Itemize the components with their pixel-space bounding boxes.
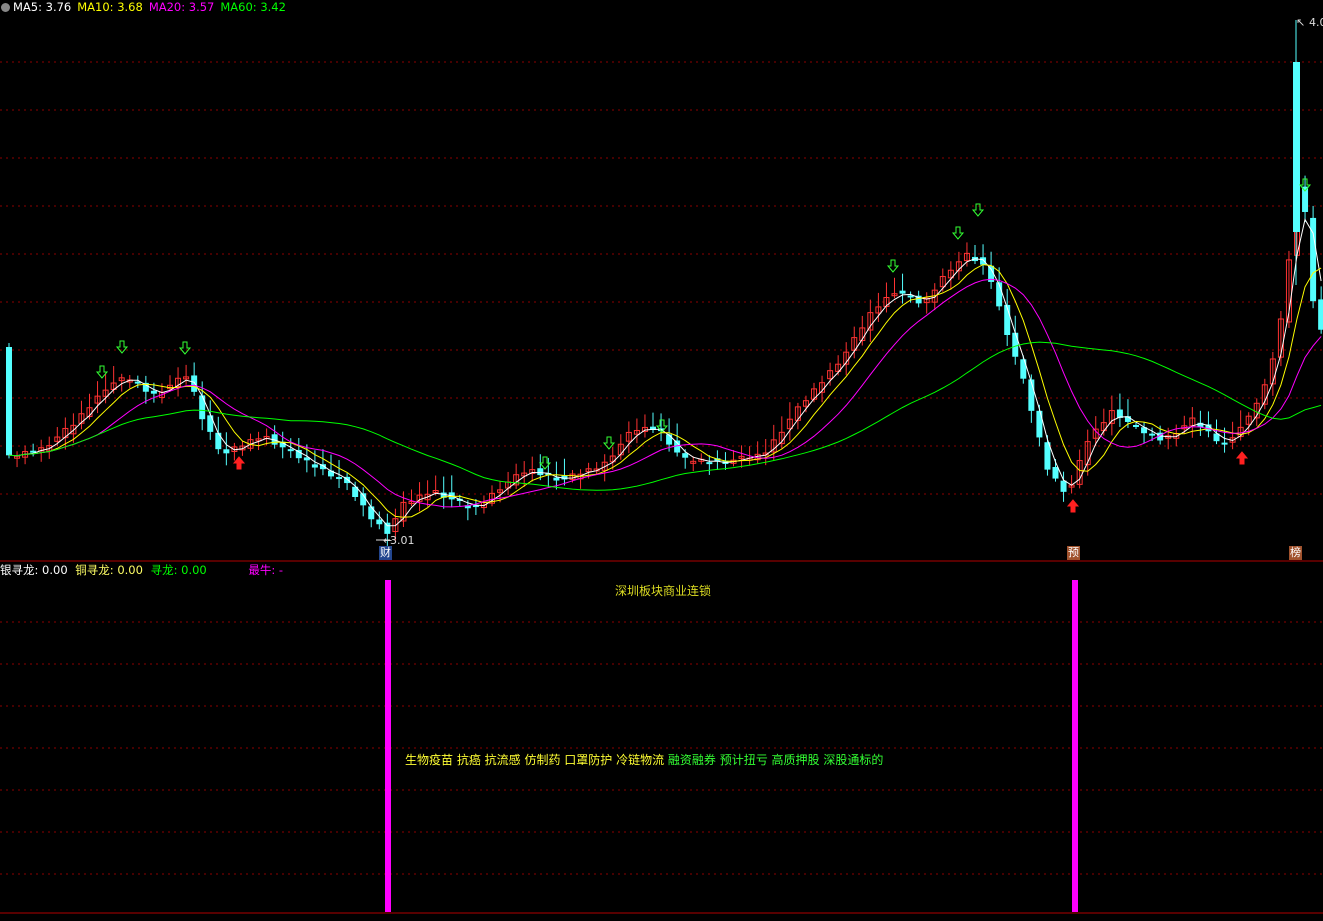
candle-body xyxy=(287,449,294,452)
candle-body xyxy=(1060,480,1067,492)
low-price-label: 3.01 xyxy=(390,534,415,547)
signal-arrows xyxy=(95,178,1312,513)
candle-body xyxy=(1221,442,1228,445)
candle-body xyxy=(311,464,318,468)
sub-legend: 银寻龙: 0.00 铜寻龙: 0.00 寻龙: 0.00 最牛: - xyxy=(0,563,287,577)
candle-body xyxy=(1012,332,1019,357)
candle-body xyxy=(368,506,375,520)
buy-arrow-icon xyxy=(1066,499,1080,513)
high-price-label: 4.0 xyxy=(1309,16,1323,29)
legend-ma60: MA60: 3.42 xyxy=(220,0,286,14)
ma10-line xyxy=(8,264,1322,518)
concept-tags-attributes: 融资融券 预计扭亏 高质押股 深股通标的 xyxy=(667,753,884,767)
candle-body xyxy=(384,522,391,534)
candle-body xyxy=(295,449,302,459)
moving-average-lines xyxy=(8,218,1322,527)
high-price-marker: ↖ 4.0 xyxy=(1296,16,1323,29)
svg-text:↖: ↖ xyxy=(1296,16,1305,29)
sell-arrow-icon xyxy=(115,340,129,354)
candle-body xyxy=(150,390,157,394)
candle-body xyxy=(6,347,12,456)
main-legend: MA5: 3.76 MA10: 3.68 MA20: 3.57 MA60: 3.42 xyxy=(0,0,292,14)
candle-body xyxy=(1004,304,1011,335)
ma60-line xyxy=(8,341,1322,491)
candle-body xyxy=(706,462,713,465)
kline-chart[interactable]: ← 3.01 ↖ 4.0 xyxy=(0,0,1323,921)
event-badge-ranking[interactable]: 榜 xyxy=(1289,546,1302,560)
legend-silver-dragon: 银寻龙: 0.00 xyxy=(0,563,68,577)
candle-body xyxy=(980,257,987,265)
sell-arrow-icon xyxy=(951,226,965,240)
candle-body xyxy=(376,519,383,525)
sector-title: 深圳板块商业连锁 xyxy=(615,584,712,598)
candle-body xyxy=(199,395,206,420)
candle-body xyxy=(1318,299,1323,330)
candle-body xyxy=(1052,467,1059,479)
sell-arrow-icon xyxy=(178,341,192,355)
candle-body xyxy=(336,477,343,480)
candle-body xyxy=(215,432,222,450)
candle-body xyxy=(666,434,673,445)
candle-body xyxy=(537,468,544,476)
signal-bar xyxy=(385,580,391,912)
event-badge-finance[interactable]: 财 xyxy=(379,546,392,560)
collapse-icon[interactable] xyxy=(1,3,10,12)
signal-bar xyxy=(1072,580,1078,912)
candle-body xyxy=(1133,425,1139,427)
legend-best-bull: 最牛: - xyxy=(248,563,284,577)
legend-ma10: MA10: 3.68 xyxy=(77,0,143,14)
candle-body xyxy=(1036,410,1043,438)
candle-body xyxy=(223,449,230,454)
legend-copper-dragon: 铜寻龙: 0.00 xyxy=(75,563,143,577)
candle-body xyxy=(682,453,689,458)
legend-ma20: MA20: 3.57 xyxy=(148,0,215,14)
concept-tags: 生物疫苗 抗癌 抗流感 仿制药 口罩防护 冷链物流 融资融券 预计扭亏 高质押股… xyxy=(405,751,883,768)
legend-ma5: MA5: 3.76 xyxy=(13,0,72,14)
candlesticks xyxy=(6,20,1323,546)
event-badge-forecast[interactable]: 预 xyxy=(1067,546,1080,560)
candle-body xyxy=(1149,433,1156,436)
candle-body xyxy=(1028,379,1035,411)
candle-body xyxy=(899,290,906,294)
concept-tags-industry: 生物疫苗 抗癌 抗流感 仿制药 口罩防护 冷链物流 xyxy=(405,753,665,767)
legend-dragon: 寻龙: 0.00 xyxy=(150,563,207,577)
chart-grid xyxy=(0,61,1323,914)
candle-body xyxy=(191,375,198,392)
buy-arrow-icon xyxy=(232,456,246,470)
sell-arrow-icon xyxy=(886,259,900,273)
candle-body xyxy=(553,477,560,481)
candle-body xyxy=(207,415,214,432)
buy-arrow-icon xyxy=(1235,451,1249,465)
ma5-line xyxy=(8,218,1322,527)
